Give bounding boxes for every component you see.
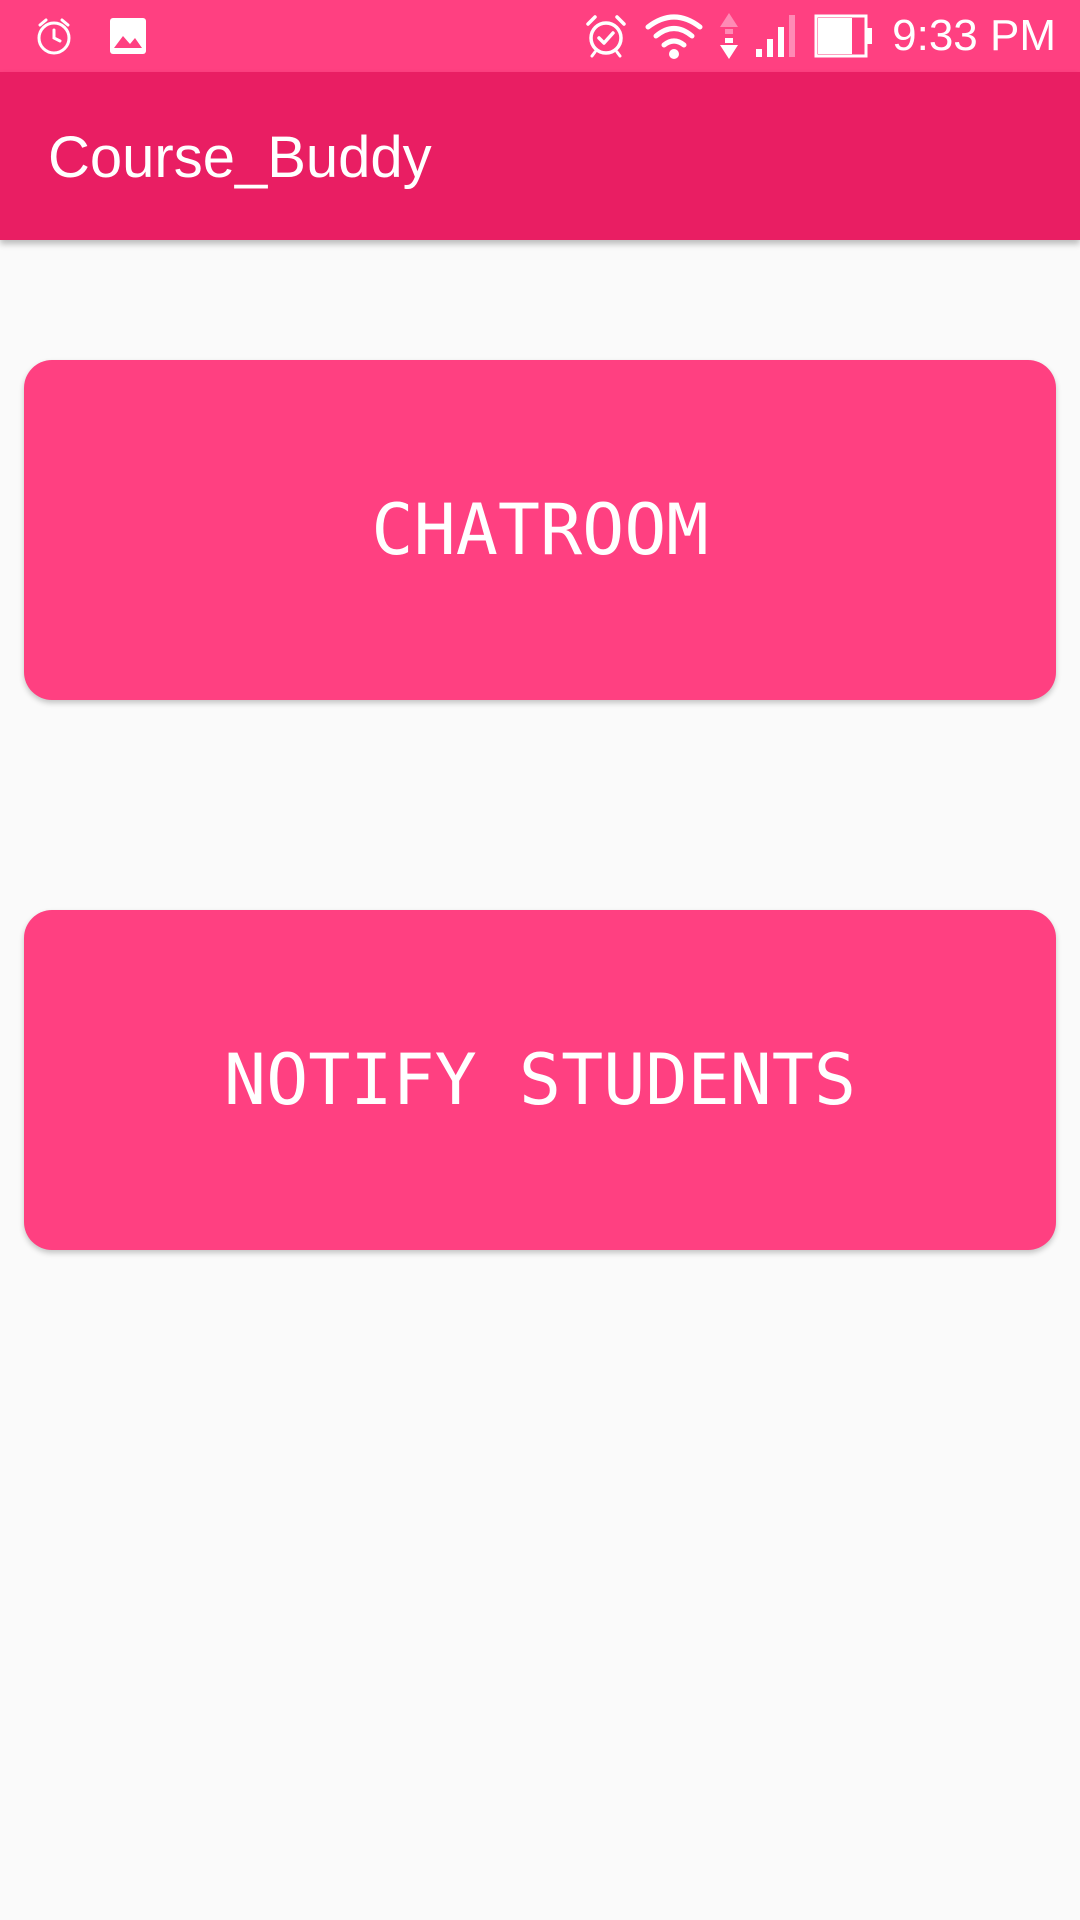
alarm-icon (582, 12, 630, 60)
status-bar: 9:33 PM (0, 0, 1080, 72)
battery-icon (814, 13, 874, 59)
notify-students-button[interactable]: NOTIFY STUDENTS (24, 910, 1056, 1250)
chatroom-button-label: CHATROOM (371, 489, 709, 571)
wifi-icon (644, 11, 704, 61)
app-title: Course_Buddy (48, 125, 432, 190)
system-icons: 9:33 PM (582, 8, 1056, 64)
notification-icons (34, 14, 148, 58)
app-bar: Course_Buddy (0, 72, 1080, 240)
notify-students-button-label: NOTIFY STUDENTS (223, 1039, 857, 1121)
data-arrows-icon (718, 11, 740, 61)
chatroom-button[interactable]: CHATROOM (24, 360, 1056, 700)
status-clock: 9:33 PM (892, 11, 1056, 60)
signal-icon (754, 13, 800, 59)
image-notification-icon (108, 16, 148, 56)
alarm-clock-notification-icon (34, 16, 74, 56)
